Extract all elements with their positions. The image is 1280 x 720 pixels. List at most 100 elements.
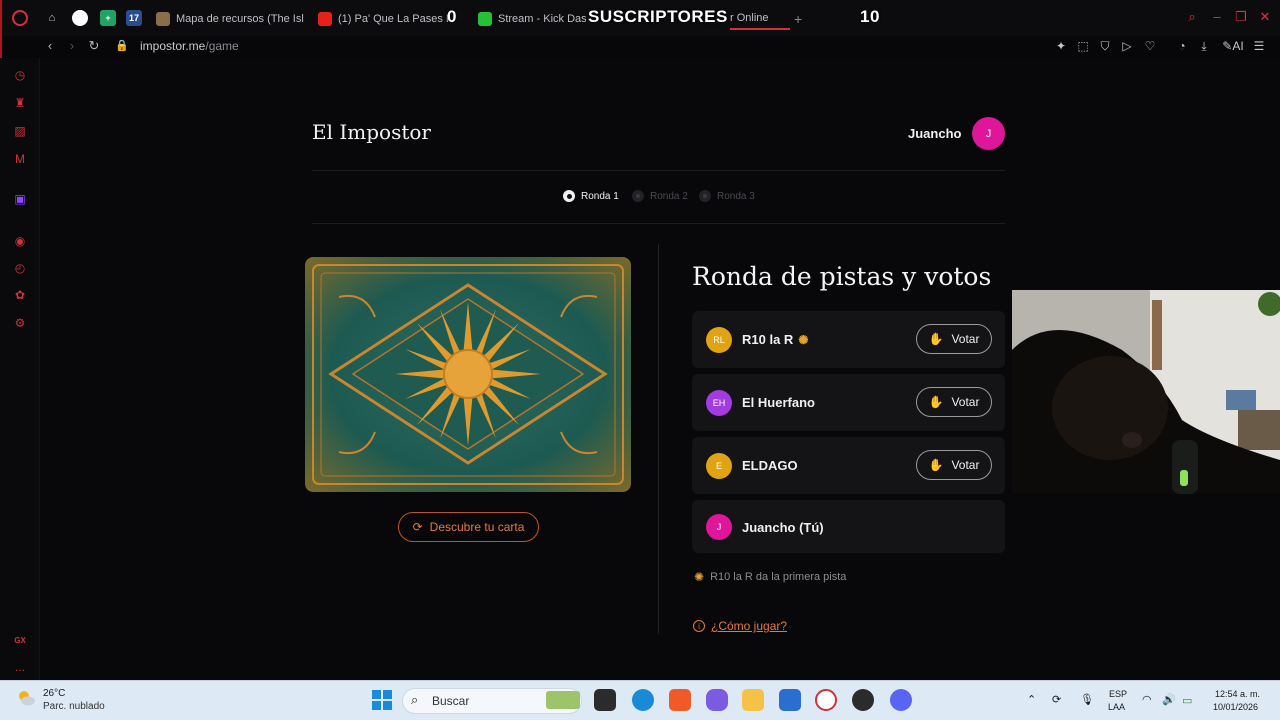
snapshot-icon[interactable]: ⬚: [1076, 39, 1090, 53]
maximize-icon[interactable]: ❐: [1234, 10, 1248, 24]
round-label: Ronda 3: [717, 190, 755, 202]
tab-impostor-active[interactable]: r Online: [730, 8, 790, 30]
edge-icon[interactable]: [632, 689, 654, 711]
subs-count-right: 10: [860, 7, 880, 26]
user-avatar[interactable]: J: [972, 117, 1005, 150]
history-icon[interactable]: ◴: [13, 261, 27, 275]
reveal-card-button[interactable]: ⟳ Descubre tu carta: [398, 512, 539, 542]
volume-icon[interactable]: 🔊: [1162, 693, 1176, 706]
extensions-icon[interactable]: ✿: [13, 288, 27, 302]
vote-button[interactable]: ✋ Votar: [916, 450, 992, 480]
heart-icon[interactable]: ♡: [1143, 39, 1157, 53]
tab-resource-map[interactable]: Mapa de recursos (The Isl: [156, 8, 304, 30]
player-avatar: J: [706, 514, 732, 540]
opera-gx-logo-icon[interactable]: [12, 10, 28, 26]
url-field[interactable]: impostor.me/game: [140, 39, 239, 53]
news-icon[interactable]: ▨: [13, 124, 27, 138]
tab-label: (1) Pa' Que La Pases Bie: [338, 13, 448, 25]
webcam-overlay: [1012, 290, 1280, 494]
round-indicator-1: Ronda 1: [563, 190, 619, 202]
outlook-icon[interactable]: [779, 689, 801, 711]
windows-start-icon[interactable]: [372, 690, 392, 710]
more-icon[interactable]: ...: [13, 660, 27, 674]
hand-icon: ✋: [928, 458, 944, 472]
minimize-icon[interactable]: –: [1210, 10, 1224, 24]
tab-label: r Online: [730, 12, 769, 24]
player-name: Juancho (Tú): [742, 520, 824, 535]
ai-label: AI: [1232, 39, 1244, 53]
sync-icon[interactable]: ⟳: [1052, 693, 1061, 706]
shield-icon[interactable]: ⛉: [1098, 39, 1112, 53]
column-divider: [658, 244, 659, 634]
keyboard-layout[interactable]: LAA: [1108, 702, 1125, 712]
close-icon[interactable]: ✕: [1258, 10, 1272, 24]
menu-icon[interactable]: ☰: [1252, 39, 1266, 53]
account-icon[interactable]: ◔: [1175, 39, 1189, 53]
workspace-icon[interactable]: ⌂: [44, 10, 60, 26]
player-name: R10 la R ✺: [742, 332, 808, 347]
subs-title: SUSCRIPTORES: [588, 7, 728, 26]
reveal-card-label: Descubre tu carta: [429, 520, 525, 534]
tab-label: Stream - Kick Dash: [498, 13, 586, 25]
gx-corner-icon[interactable]: ♜: [13, 96, 27, 110]
twitch-icon[interactable]: ▣: [13, 192, 27, 206]
vote-button[interactable]: ✋ Votar: [916, 324, 992, 354]
lock-icon[interactable]: 🔒: [114, 38, 130, 54]
wifi-icon[interactable]: ◠: [1142, 693, 1152, 706]
copilot-icon[interactable]: [706, 689, 728, 711]
player-avatar: E: [706, 453, 732, 479]
weather-description[interactable]: Parc. nublado: [43, 701, 105, 712]
settings-gear-icon[interactable]: ⚙: [13, 316, 27, 330]
pinned-app-icon[interactable]: [72, 10, 88, 26]
search-tabs-icon[interactable]: ⌕: [1185, 10, 1199, 24]
card-back[interactable]: [305, 257, 631, 492]
clock-time[interactable]: 12:54 a. m.: [1215, 689, 1260, 699]
tab-favicon: [156, 12, 170, 26]
tab-kick[interactable]: Stream - Kick Dash: [478, 8, 586, 30]
youtube-icon: [318, 12, 332, 26]
section-title: Ronda de pistas y votos: [692, 262, 992, 291]
clock-date[interactable]: 10/01/2026: [1213, 702, 1258, 712]
calendar-app-icon[interactable]: 17: [126, 10, 142, 26]
player-name-text: R10 la R: [742, 332, 794, 347]
round-dot-icon: [699, 190, 711, 202]
speed-dial-icon[interactable]: ◷: [13, 68, 27, 82]
search-highlight-icon: [546, 691, 580, 709]
messenger-icon[interactable]: M: [13, 152, 27, 166]
opera-gx-taskbar-icon[interactable]: [815, 689, 837, 711]
reload-icon[interactable]: ↻: [86, 38, 102, 54]
how-to-play-link[interactable]: i ¿Cómo jugar?: [693, 619, 787, 633]
app-title[interactable]: El Impostor: [312, 120, 431, 144]
vote-label: Votar: [951, 395, 980, 409]
ai-button[interactable]: ✎AI: [1219, 39, 1247, 53]
discord-icon[interactable]: [890, 689, 912, 711]
weather-icon[interactable]: [16, 688, 36, 708]
vote-button[interactable]: ✋ Votar: [916, 387, 992, 417]
round-dot-icon: [563, 190, 575, 202]
player-icon[interactable]: ◉: [13, 234, 27, 248]
subs-count-left: 0: [447, 7, 457, 26]
taskbar-search-placeholder: Buscar: [432, 694, 470, 708]
send-icon[interactable]: ▷: [1120, 39, 1134, 53]
language-indicator[interactable]: ESP: [1109, 689, 1127, 699]
obs-icon[interactable]: [852, 689, 874, 711]
round-indicator-3: Ronda 3: [699, 190, 755, 202]
new-tab-button[interactable]: +: [794, 8, 802, 30]
tab-youtube[interactable]: (1) Pa' Que La Pases Bie: [318, 8, 448, 30]
file-explorer-icon[interactable]: [742, 689, 764, 711]
forward-icon[interactable]: ›: [64, 38, 80, 54]
task-view-icon[interactable]: [594, 689, 616, 711]
back-icon[interactable]: ‹: [42, 38, 58, 54]
mic-icon[interactable]: 🎙: [1080, 693, 1094, 706]
brave-icon[interactable]: [669, 689, 691, 711]
weather-temperature[interactable]: 26°C: [43, 688, 65, 699]
pin-icon[interactable]: ✦: [1054, 39, 1068, 53]
sheets-icon[interactable]: +: [100, 10, 116, 26]
battery-icon[interactable]: ▭: [1182, 694, 1192, 707]
tray-chevron-up-icon[interactable]: ⌃: [1027, 693, 1036, 706]
player-avatar: EH: [706, 390, 732, 416]
gx-control-icon[interactable]: GX: [13, 634, 27, 648]
player-name: ELDAGO: [742, 458, 798, 473]
info-icon: i: [693, 620, 705, 632]
download-icon[interactable]: ⤓: [1197, 39, 1211, 53]
